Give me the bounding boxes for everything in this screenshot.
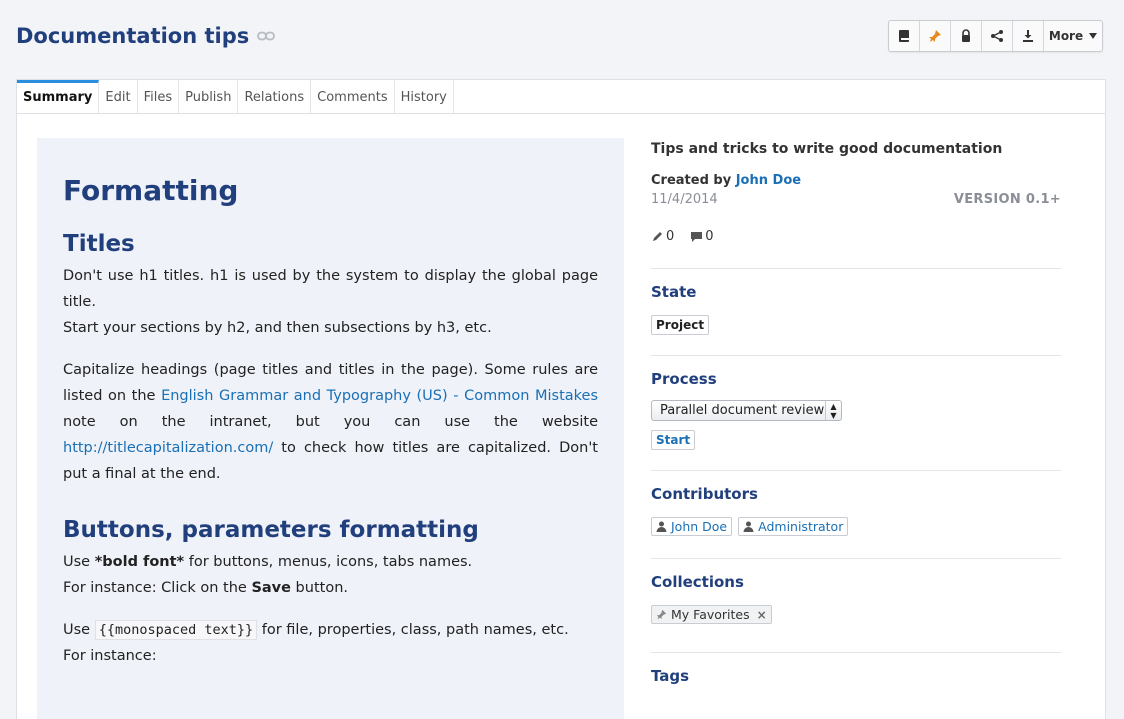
divider — [651, 558, 1061, 559]
comments-count: 0 — [690, 229, 714, 244]
download-icon — [1023, 30, 1033, 42]
tab-files[interactable]: Files — [138, 80, 180, 114]
titlecapitalization-link[interactable]: http://titlecapitalization.com/ — [63, 440, 273, 456]
document-sidebar: Tips and tricks to write good documentat… — [651, 138, 1061, 685]
section-title-titles: Titles — [63, 231, 135, 257]
select-arrows-icon: ▲ ▼ — [825, 401, 841, 420]
user-icon — [656, 521, 667, 532]
user-icon — [743, 521, 754, 532]
caret-down-icon — [1089, 33, 1098, 39]
divider — [651, 268, 1061, 269]
contributor-chip[interactable]: Administrator — [738, 517, 849, 536]
bold-text: *bold font* — [94, 554, 185, 570]
collections-list: My Favorites × — [651, 605, 1061, 624]
tab-relations[interactable]: Relations — [238, 80, 312, 114]
paragraph-text: For instance: Click on the — [63, 580, 252, 596]
contributor-name: John Doe — [671, 519, 728, 534]
monospace-text: {{monospaced text}} — [94, 620, 258, 640]
document-description: Tips and tricks to write good documentat… — [651, 141, 1003, 157]
contributors-title: Contributors — [651, 485, 758, 503]
contributors-list: John Doe Administrator — [651, 517, 1061, 536]
state-badge: Project — [651, 315, 710, 335]
remove-collection-icon[interactable]: × — [757, 608, 767, 622]
paragraph-text: for buttons, menus, icons, tabs names. — [184, 554, 473, 570]
page-title-text: Documentation tips — [16, 24, 250, 48]
document-tabs: Summary Edit Files Publish Relations Com… — [17, 80, 1105, 114]
state-title: State — [651, 283, 697, 301]
paragraph: Use {{monospaced text}} for file, proper… — [63, 617, 598, 669]
content-heading: Formatting — [63, 174, 239, 207]
edits-count-value: 0 — [666, 229, 675, 244]
paragraph-text: button. — [290, 580, 348, 596]
paragraph: Capitalize headings (page titles and tit… — [63, 357, 598, 487]
pin-button[interactable] — [920, 21, 951, 51]
comments-count-value: 0 — [705, 229, 714, 244]
divider — [651, 470, 1061, 471]
tab-history[interactable]: History — [395, 80, 454, 114]
divider — [651, 652, 1061, 653]
document-card: Summary Edit Files Publish Relations Com… — [16, 79, 1106, 719]
pencil-icon — [653, 232, 662, 241]
paragraph-text: note on the intranet, but you can use th… — [63, 414, 598, 430]
section-title-buttons: Buttons, parameters formatting — [63, 517, 479, 543]
contributor-name: Administrator — [758, 519, 844, 534]
comment-icon — [691, 232, 703, 242]
book-icon — [899, 30, 909, 42]
document-toolbar: More — [888, 20, 1103, 52]
paragraph-text: Use — [63, 554, 95, 570]
pin-icon — [656, 609, 667, 620]
permalink-icon[interactable] — [257, 31, 276, 41]
tab-comments[interactable]: Comments — [311, 80, 395, 114]
note-content: Formatting Titles Don't use h1 titles. h… — [37, 138, 624, 719]
tab-edit[interactable]: Edit — [99, 80, 138, 114]
meta-row: 11/4/2014 VERSION 0.1+ — [651, 192, 1061, 207]
more-menu-button[interactable]: More — [1044, 21, 1102, 51]
grammar-note-link[interactable]: English Grammar and Typography (US) - Co… — [161, 388, 598, 404]
process-select[interactable]: Parallel document review ▲ ▼ — [651, 400, 842, 421]
author-link[interactable]: John Doe — [736, 173, 801, 188]
created-date: 11/4/2014 — [651, 192, 718, 207]
paragraph-text: Use — [63, 622, 95, 638]
paragraph: Don't use h1 titles. h1 is used by the s… — [63, 263, 598, 341]
paragraph-text: For instance: — [63, 648, 157, 664]
paragraph: Use *bold font* for buttons, menus, icon… — [63, 549, 598, 601]
divider — [651, 355, 1061, 356]
created-by: Created by John Doe — [651, 173, 1061, 188]
paragraph-text: Start your sections by h2, and then subs… — [63, 320, 492, 336]
lock-button[interactable] — [951, 21, 982, 51]
collection-name: My Favorites — [671, 607, 750, 622]
paragraph-text: Don't use h1 titles. h1 is used by the s… — [63, 268, 598, 310]
tags-title: Tags — [651, 667, 690, 685]
download-button[interactable] — [1013, 21, 1044, 51]
share-icon — [991, 30, 1003, 42]
page-title: Documentation tips — [16, 24, 276, 48]
collections-title: Collections — [651, 573, 744, 591]
version-label: VERSION 0.1+ — [953, 192, 1061, 207]
readonly-view-button[interactable] — [889, 21, 920, 51]
tab-publish[interactable]: Publish — [179, 80, 239, 114]
edits-count: 0 — [651, 229, 674, 244]
process-selected-value: Parallel document review — [660, 403, 825, 418]
start-process-button[interactable]: Start — [651, 430, 696, 450]
more-label: More — [1048, 29, 1084, 43]
process-title: Process — [651, 370, 717, 388]
collection-chip[interactable]: My Favorites × — [651, 605, 772, 624]
created-label: Created by — [651, 173, 732, 188]
tab-summary[interactable]: Summary — [17, 80, 100, 114]
lock-icon — [962, 29, 970, 42]
contributor-chip[interactable]: John Doe — [651, 517, 733, 536]
share-button[interactable] — [982, 21, 1013, 51]
paragraph-text: for file, properties, class, path names,… — [257, 622, 569, 638]
counts-row: 0 0 — [651, 229, 1061, 244]
bold-text: Save — [251, 580, 291, 596]
pin-icon — [929, 30, 941, 42]
